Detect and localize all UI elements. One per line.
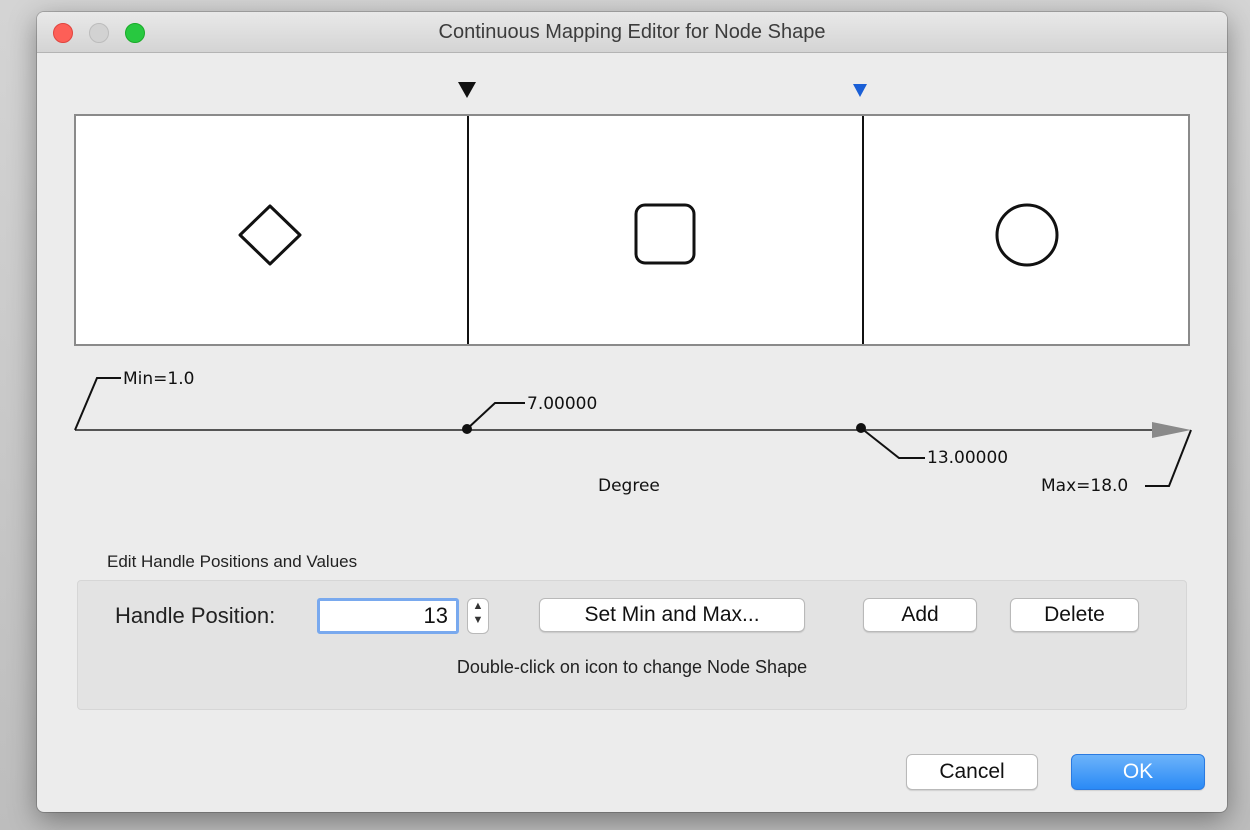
add-handle-button[interactable]: Add (863, 598, 977, 632)
ok-button[interactable]: OK (1071, 754, 1205, 790)
mapping-editor-dialog: Continuous Mapping Editor for Node Shape (37, 12, 1227, 812)
edit-section-title: Edit Handle Positions and Values (107, 552, 358, 571)
delete-handle-button[interactable]: Delete (1010, 598, 1139, 632)
axis-max-label: Max=18.0 (1041, 476, 1129, 496)
set-min-max-button[interactable]: Set Min and Max... (539, 598, 805, 632)
handle-2-value-label: 13.00000 (927, 448, 1009, 468)
ellipse-icon[interactable] (864, 116, 1188, 344)
mapping-panel[interactable] (74, 114, 1190, 346)
double-click-hint: Double-click on icon to change Node Shap… (456, 657, 808, 677)
segment-3[interactable] (864, 116, 1188, 344)
title-bar: Continuous Mapping Editor for Node Shape (37, 12, 1227, 53)
diamond-icon[interactable] (76, 116, 468, 344)
handle-1-value-label: 7.00000 (527, 394, 598, 414)
handle-position-label: Handle Position: (115, 603, 276, 628)
segment-2[interactable] (469, 116, 862, 344)
handle-position-input[interactable] (317, 598, 459, 634)
handle-position-stepper[interactable]: ▲ ▼ (467, 598, 489, 634)
axis-min-label: Min=1.0 (123, 369, 195, 389)
axis-attribute-label: Degree (598, 476, 660, 496)
rounded-rectangle-icon[interactable] (469, 116, 862, 344)
cancel-button[interactable]: Cancel (906, 754, 1038, 790)
stepper-up-icon[interactable]: ▲ (468, 599, 488, 613)
segment-1[interactable] (76, 116, 468, 344)
window-title: Continuous Mapping Editor for Node Shape (438, 21, 826, 43)
handle-marker-2-selected[interactable] (853, 84, 867, 97)
stepper-down-icon[interactable]: ▼ (468, 613, 488, 627)
handle-marker-1[interactable] (458, 82, 476, 98)
